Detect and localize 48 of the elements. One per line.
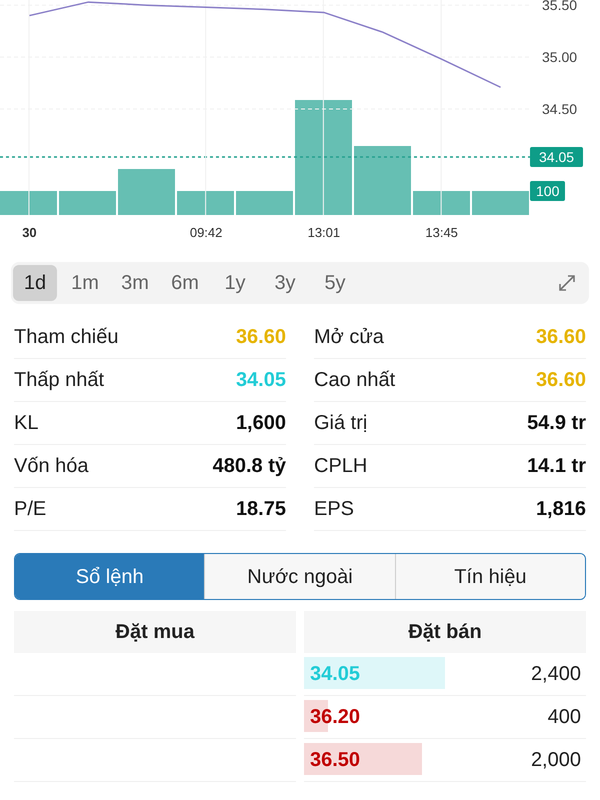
stat-label: Mở cửa bbox=[314, 325, 384, 350]
price-badge: 34.05 bbox=[530, 147, 584, 167]
stat-value: 14.1 tr bbox=[527, 454, 586, 479]
period-tab[interactable]: 1y bbox=[213, 265, 257, 301]
axis-label: 13:01 bbox=[308, 226, 340, 239]
ask-price: 34.05 bbox=[310, 662, 360, 687]
stat-label: Thấp nhất bbox=[14, 368, 104, 393]
axis-label: 13:45 bbox=[425, 226, 458, 239]
stat-label: Giá trị bbox=[314, 411, 368, 436]
stat-label: Vốn hóa bbox=[14, 454, 89, 479]
ask-volume: 2,400 bbox=[530, 662, 581, 687]
stat-label: EPS bbox=[314, 497, 354, 522]
stat-value: 36.60 bbox=[236, 325, 286, 350]
period-tab[interactable]: 5y bbox=[313, 265, 357, 301]
stat-value: 1,600 bbox=[236, 411, 286, 436]
stat-label: P/E bbox=[14, 497, 46, 522]
segment-tab[interactable]: Sổ lệnh bbox=[15, 554, 204, 599]
column-header: Đặt bán bbox=[304, 611, 586, 653]
column-header: Đặt mua bbox=[14, 611, 296, 653]
volume-badge: 100 bbox=[530, 181, 566, 201]
period-tab[interactable]: 6m bbox=[163, 265, 207, 301]
stat-value: 36.60 bbox=[536, 368, 586, 393]
axis-label: 30 bbox=[22, 226, 37, 239]
axis-label: 35.50 bbox=[542, 0, 578, 12]
period-tab[interactable]: 3m bbox=[113, 265, 157, 301]
stat-value: 54.9 tr bbox=[527, 411, 586, 436]
stat-value: 18.75 bbox=[236, 497, 286, 522]
ask-volume: 400 bbox=[548, 705, 581, 730]
stat-value: 34.05 bbox=[236, 368, 286, 393]
stat-label: Tham chiếu bbox=[14, 325, 118, 350]
stat-label: KL bbox=[14, 411, 38, 436]
stat-value: 36.60 bbox=[536, 325, 586, 350]
stat-label: CPLH bbox=[314, 454, 368, 479]
period-tab[interactable]: 1m bbox=[63, 265, 107, 301]
expand-icon[interactable] bbox=[557, 273, 577, 293]
stat-label: Cao nhất bbox=[314, 368, 396, 393]
ask-volume: 2,000 bbox=[530, 748, 581, 773]
segment-tab[interactable]: Tín hiệu bbox=[394, 554, 585, 599]
ask-price: 36.20 bbox=[310, 705, 360, 730]
axis-label: 09:42 bbox=[190, 226, 222, 239]
axis-label: 35.00 bbox=[542, 50, 578, 64]
ask-price: 36.50 bbox=[310, 748, 360, 773]
stat-value: 1,816 bbox=[536, 497, 586, 522]
segment-tab[interactable]: Nước ngoài bbox=[204, 554, 395, 599]
period-tab[interactable]: 1d bbox=[13, 265, 57, 301]
axis-label: 34.50 bbox=[542, 102, 578, 116]
period-tab[interactable]: 3y bbox=[263, 265, 307, 301]
stat-value: 480.8 tỷ bbox=[212, 454, 286, 479]
